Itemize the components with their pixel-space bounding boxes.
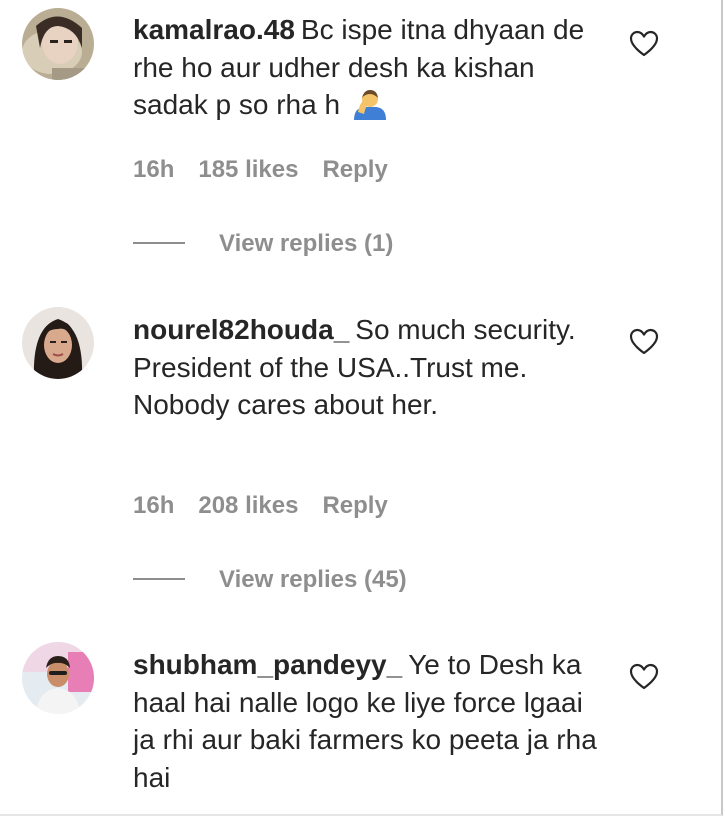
comment-text: nourel82houda_ So much security. Presiden… <box>133 311 603 424</box>
avatar[interactable] <box>22 307 94 379</box>
view-replies-label: View replies (1) <box>219 230 394 257</box>
avatar[interactable] <box>22 642 94 714</box>
reply-button[interactable]: Reply <box>322 492 387 519</box>
like-heart-icon[interactable] <box>629 328 659 356</box>
comment-username[interactable]: nourel82houda_ <box>133 314 349 345</box>
reply-button[interactable]: Reply <box>322 156 387 183</box>
replies-divider <box>133 577 185 580</box>
view-replies-button[interactable]: View replies (1) <box>133 230 393 258</box>
view-replies-label: View replies (45) <box>219 566 407 593</box>
comment-username[interactable]: shubham_pandeyy_ <box>133 649 402 680</box>
view-replies-button[interactable]: View replies (45) <box>133 566 407 594</box>
avatar[interactable] <box>22 8 94 80</box>
comment-likes[interactable]: 208 likes <box>198 492 298 519</box>
comment-text: shubham_pandeyy_ Ye to Desh ka haal hai n… <box>133 646 603 796</box>
comment-time: 16h <box>133 156 175 183</box>
person-facepalming-emoji-icon <box>352 88 388 120</box>
like-heart-icon[interactable] <box>629 30 659 58</box>
replies-divider <box>133 241 185 244</box>
like-heart-icon[interactable] <box>629 663 659 691</box>
comments-panel: kamalrao.48 Bc ispe itna dhyaan de rhe ho… <box>0 0 723 816</box>
comment-text: kamalrao.48 Bc ispe itna dhyaan de rhe ho… <box>133 11 603 124</box>
comment-meta: 16h 208 likes Reply <box>133 492 412 520</box>
comment-time: 16h <box>133 492 175 519</box>
comment-username[interactable]: kamalrao.48 <box>133 14 295 45</box>
comment-meta: 16h 185 likes Reply <box>133 156 412 184</box>
comment-likes[interactable]: 185 likes <box>198 156 298 183</box>
